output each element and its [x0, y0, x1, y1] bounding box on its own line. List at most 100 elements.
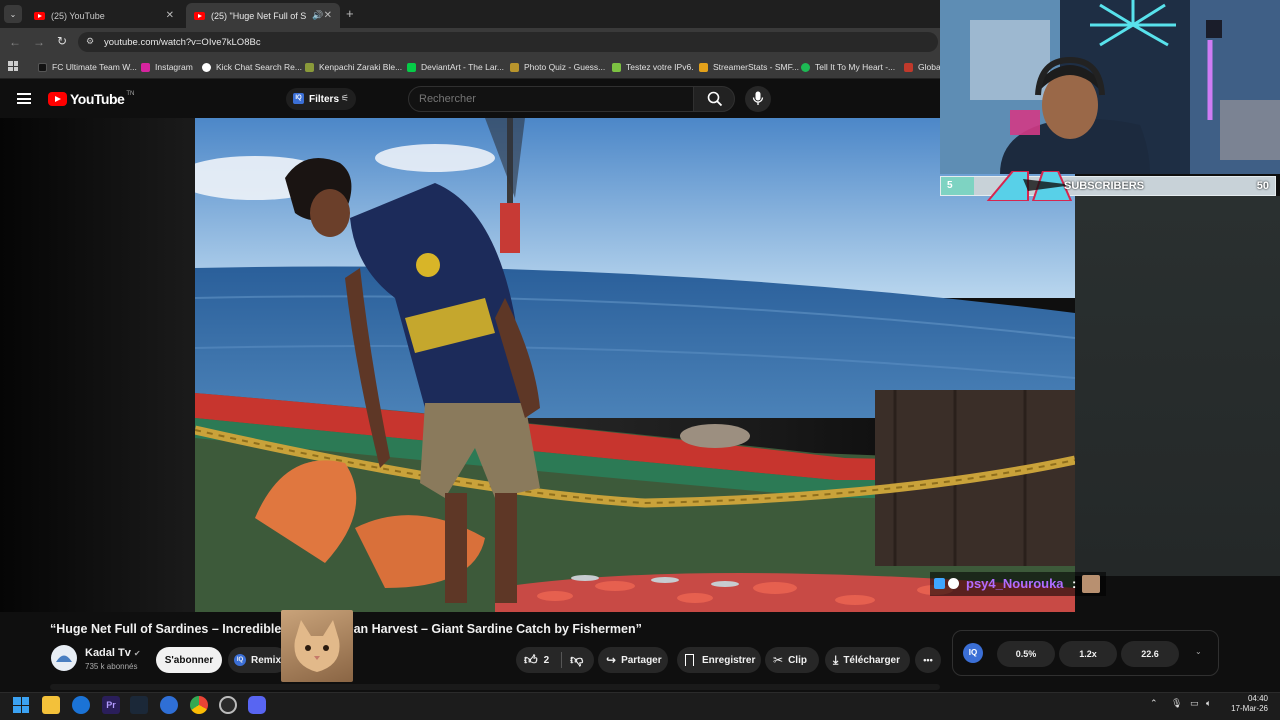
back-icon[interactable]: ←	[9, 35, 21, 49]
network-icon[interactable]: ▭	[1190, 698, 1199, 709]
tray-chevron-icon[interactable]: ⌃	[1150, 698, 1158, 709]
save-label: Enregistrer	[702, 654, 756, 666]
clock-date: 17-Mar-26	[1231, 704, 1268, 713]
tab-list-button[interactable]: ⌄	[4, 5, 22, 23]
bookmark-item[interactable]: Photo Quiz - Guess...	[510, 60, 605, 74]
subscribe-label: S'abonner	[164, 654, 214, 666]
address-bar[interactable]: ⚙ youtube.com/watch?v=OIve7kLO8Bc	[78, 32, 938, 52]
volume-icon[interactable]: 🔈︎	[1206, 698, 1211, 709]
steam-icon[interactable]	[130, 696, 148, 714]
bookmark-label: Testez votre IPv6.	[626, 62, 694, 72]
share-label: Partager	[621, 654, 662, 666]
bookmark-item[interactable]: FC Ultimate Team W...	[38, 60, 137, 74]
premiere-pro-icon[interactable]: Pr	[102, 696, 120, 714]
new-tab-button[interactable]: +	[346, 6, 354, 21]
bookmark-label: FC Ultimate Team W...	[52, 62, 137, 72]
remix-label: Remix	[251, 654, 282, 666]
reload-icon[interactable]: ↻	[57, 34, 67, 48]
clock[interactable]: 04:40 17-Mar-26	[1224, 694, 1268, 714]
like-dislike-group: 👍︎ 2 👎︎	[516, 647, 594, 673]
bookmark-item[interactable]: Tell It To My Heart -...	[801, 60, 895, 74]
dislike-icon[interactable]: 👎︎	[570, 652, 583, 668]
chrome-icon[interactable]	[190, 696, 208, 714]
search-input[interactable]	[408, 86, 694, 112]
clip-label: Clip	[788, 654, 807, 666]
save-button[interactable]: Enregistrer	[677, 647, 761, 673]
more-actions-button[interactable]: •••	[915, 647, 941, 673]
subscribe-button[interactable]: S'abonner	[156, 647, 222, 673]
mail-icon[interactable]	[72, 696, 90, 714]
bookmark-favicon-icon	[612, 62, 621, 72]
bookmark-favicon-icon	[38, 62, 47, 72]
forward-icon[interactable]: →	[33, 35, 45, 49]
audio-playing-icon[interactable]: 🔊	[312, 10, 323, 21]
iq-logo-icon[interactable]: IQ	[963, 643, 983, 663]
bookmark-label: Instagram	[155, 62, 193, 72]
spotify-icon	[801, 62, 810, 72]
filters-button[interactable]: IQ Filters ⚟	[286, 88, 356, 110]
search-button[interactable]	[693, 86, 735, 112]
goal-current: 5	[947, 180, 953, 191]
webcam-overlay	[940, 0, 1280, 174]
verified-icon: ✔	[133, 649, 141, 658]
bookmark-item[interactable]: Globa	[904, 60, 941, 74]
tab-video[interactable]: (25) "Huge Net Full of Sardi 🔊 ✕	[186, 3, 340, 28]
iq-metric-value: 1.2x	[1079, 649, 1097, 659]
subscriber-count: 735 k abonnés	[85, 662, 138, 671]
voice-search-button[interactable]	[745, 86, 771, 112]
like-icon[interactable]: 👍︎	[524, 652, 538, 668]
bookmark-item[interactable]: DeviantArt - The Lar...	[407, 60, 504, 74]
deviantart-icon	[407, 62, 416, 72]
chat-badge-icon	[934, 578, 945, 589]
bookmark-item[interactable]: Kick Chat Search Re...	[202, 60, 302, 74]
channel-avatar[interactable]	[51, 645, 77, 671]
start-menu-icon[interactable]	[13, 697, 29, 713]
goal-label: SUBSCRIBERS	[1064, 180, 1145, 192]
like-count: 2	[543, 654, 550, 666]
chevron-down-icon[interactable]: ⌄	[1195, 647, 1202, 656]
bookmark-favicon-icon	[202, 62, 211, 72]
chat-separator: :	[1072, 576, 1077, 591]
channel-name-text: Kadal Tv	[85, 647, 131, 659]
bookmark-icon	[685, 654, 694, 666]
iq-metric-value: 0.5%	[1015, 649, 1037, 659]
bookmark-item[interactable]: Testez votre IPv6.	[612, 60, 694, 74]
tab-youtube[interactable]: (25) YouTube ✕	[26, 3, 182, 28]
youtube-logo[interactable]: YouTube TN	[48, 91, 134, 107]
iq-icon: IQ	[234, 654, 246, 666]
channel-name[interactable]: Kadal Tv ✔	[85, 647, 141, 659]
close-tab-icon[interactable]: ✕	[166, 10, 174, 21]
file-explorer-icon[interactable]	[42, 696, 60, 714]
tray-microphone-icon[interactable]: 🎙︎	[1171, 698, 1182, 709]
chat-message: psy4_Nourouka :	[930, 572, 1106, 596]
menu-icon[interactable]	[17, 93, 31, 104]
discord-icon[interactable]	[248, 696, 266, 714]
channel-logo	[983, 170, 1073, 202]
youtube-favicon-icon	[34, 11, 45, 20]
bookmark-label: Photo Quiz - Guess...	[524, 62, 606, 72]
remix-button[interactable]: IQ Remix	[228, 647, 288, 673]
iq-metric: 0.5%	[997, 641, 1055, 667]
site-info-icon[interactable]: ⚙	[86, 36, 94, 47]
clip-button[interactable]: ✂ Clip	[765, 647, 819, 673]
bookmark-item[interactable]: StreamerStats - SMF...	[699, 60, 799, 74]
iq-icon: IQ	[293, 93, 304, 104]
goal-progress-fill	[941, 177, 975, 195]
obs-icon[interactable]	[219, 696, 237, 714]
tab-title: (25) "Huge Net Full of Sardi	[211, 10, 307, 21]
bookmark-item[interactable]: Instagram	[141, 60, 193, 74]
app-icon[interactable]	[160, 696, 178, 714]
youtube-play-icon	[48, 92, 67, 106]
close-tab-icon[interactable]: ✕	[324, 10, 332, 21]
apps-icon[interactable]	[8, 61, 18, 71]
bookmark-item[interactable]: Kenpachi Zaraki Ble...	[305, 60, 402, 74]
filters-label: Filters	[309, 94, 340, 105]
description-box-edge	[50, 684, 940, 690]
tab-title: (25) YouTube	[51, 10, 105, 21]
share-button[interactable]: ↪ Partager	[598, 647, 668, 673]
bookmark-label: StreamerStats - SMF...	[713, 62, 799, 72]
download-button[interactable]: ⤓ Télécharger	[825, 647, 910, 673]
bookmark-label: Kick Chat Search Re...	[216, 62, 302, 72]
bookmark-favicon-icon	[699, 62, 708, 72]
more-icon: •••	[923, 655, 933, 665]
